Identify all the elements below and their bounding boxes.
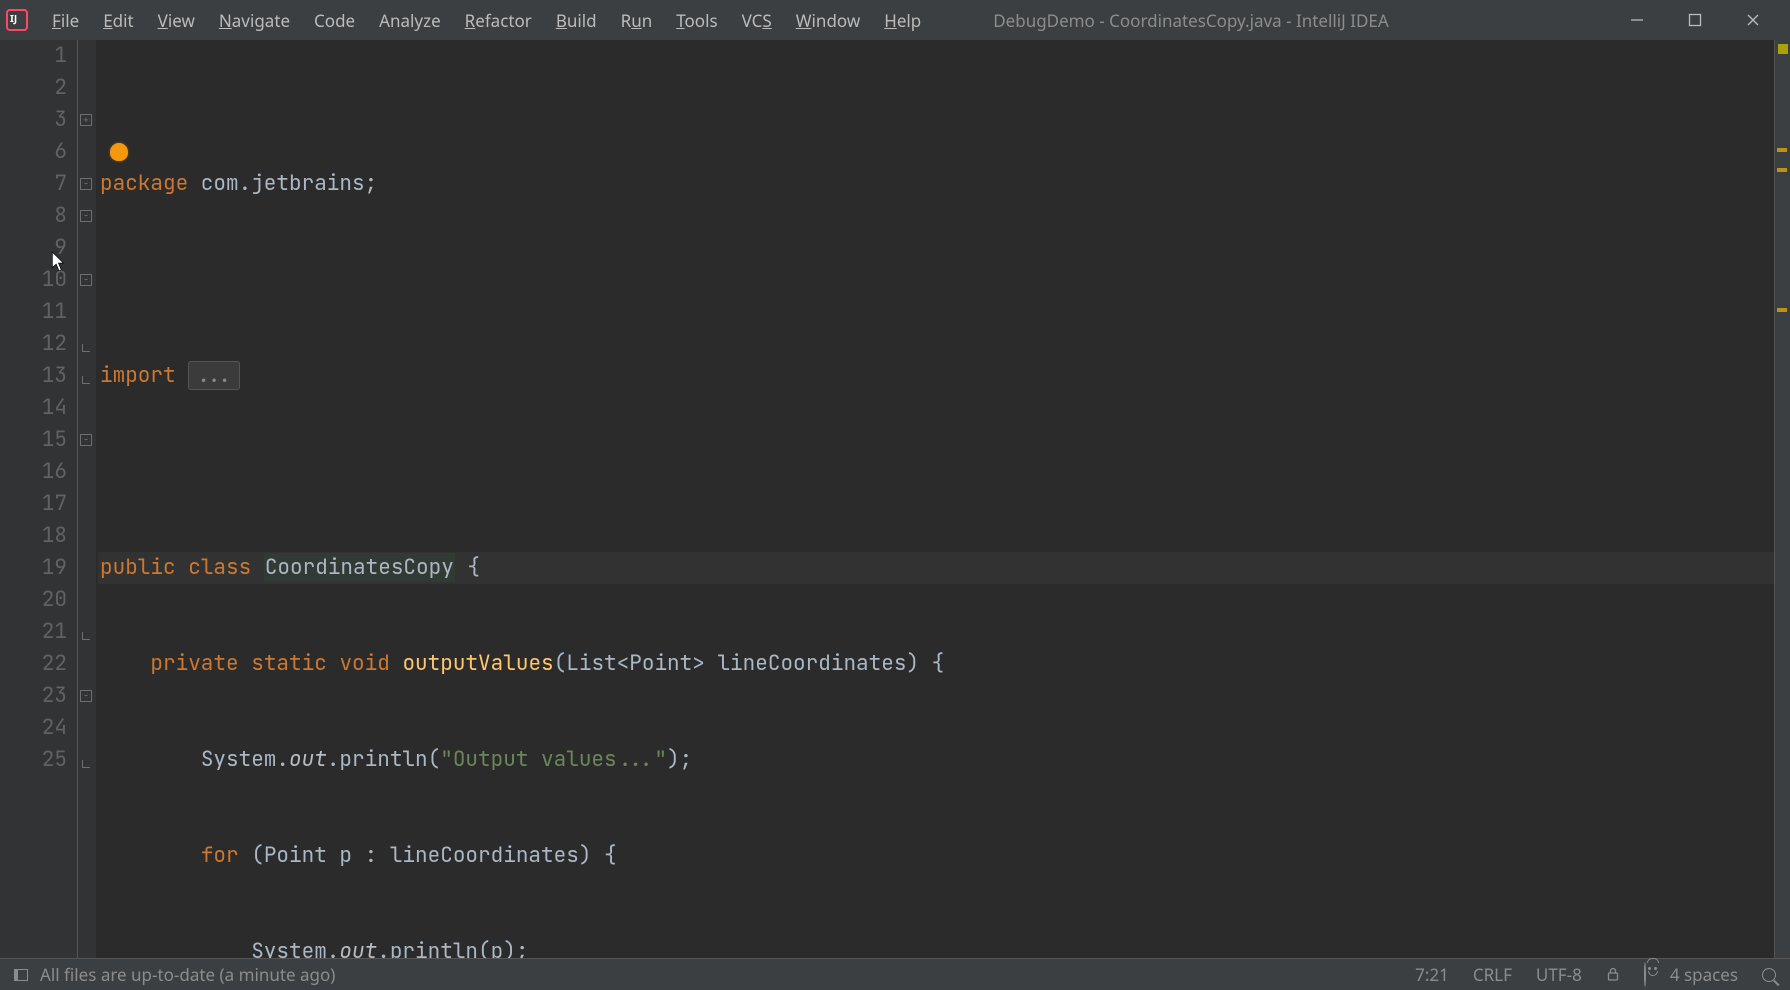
line-number[interactable]: 3 [0,104,67,136]
app-icon [6,9,28,31]
caret-position[interactable]: 7:21 [1415,963,1449,986]
code-area[interactable]: package com.jetbrains; import ... public… [96,40,1774,958]
line-number[interactable]: 16 [0,456,67,488]
line-number[interactable]: 7 [0,168,67,200]
title-bar: File Edit View Navigate Code Analyze Ref… [0,0,1790,40]
fold-toggle-icon[interactable] [80,114,92,126]
line-number[interactable]: 18 [0,520,67,552]
folded-imports[interactable]: ... [188,361,240,390]
menu-window[interactable]: Window [784,9,872,32]
code-line[interactable]: public class CoordinatesCopy { [98,552,1774,584]
line-number[interactable]: 23 @ [0,680,67,712]
menu-analyze[interactable]: Analyze [367,9,453,32]
menu-refactor[interactable]: Refactor [453,9,544,32]
fold-toggle-icon[interactable] [80,434,92,446]
line-number[interactable]: 19 [0,552,67,584]
analysis-status-icon[interactable] [1778,44,1788,54]
line-number[interactable]: 13 [0,360,67,392]
menu-help[interactable]: Help [872,9,933,32]
line-number[interactable]: 14 [0,392,67,424]
line-number[interactable]: 22 [0,648,67,680]
fold-close-icon[interactable] [82,344,90,352]
editor[interactable]: 1 2 3 6 7 8 @ 9 10 11 12 13 14 15 16 17 … [0,40,1790,958]
line-number[interactable]: 2 [0,72,67,104]
line-number[interactable]: 8 @ [0,200,67,232]
file-encoding[interactable]: UTF-8 [1536,963,1582,986]
search-icon[interactable] [1762,968,1776,982]
fold-toggle-icon[interactable] [80,274,92,286]
line-number[interactable]: 6 [0,136,67,168]
line-number[interactable]: 25 [0,744,67,776]
menu-code[interactable]: Code [302,9,367,32]
warning-marker[interactable] [1777,168,1787,172]
line-number[interactable]: 10 [0,264,67,296]
menu-run[interactable]: Run [609,9,665,32]
fold-toggle-icon[interactable] [80,178,92,190]
status-bar: All files are up-to-date (a minute ago) … [0,958,1790,990]
indent-setting[interactable]: 4 spaces [1670,963,1738,986]
code-line[interactable] [98,456,1774,488]
line-number[interactable]: 11 [0,296,67,328]
close-button[interactable] [1724,0,1782,40]
intention-bulb-icon[interactable] [110,143,128,161]
warning-marker[interactable] [1777,148,1787,152]
inspector-icon[interactable] [1644,963,1646,986]
maximize-button[interactable] [1666,0,1724,40]
menu-build[interactable]: Build [544,9,609,32]
readonly-lock-icon[interactable] [1606,963,1620,986]
fold-gutter[interactable] [78,40,96,958]
line-number[interactable]: 17 [0,488,67,520]
fold-close-icon[interactable] [82,632,90,640]
line-number[interactable]: 9 [0,232,67,264]
code-line[interactable]: System.out.println(p); [98,936,1774,958]
menu-file[interactable]: File [40,9,91,32]
minimize-button[interactable] [1608,0,1666,40]
fold-close-icon[interactable] [82,760,90,768]
line-number-gutter[interactable]: 1 2 3 6 7 8 @ 9 10 11 12 13 14 15 16 17 … [0,40,78,958]
code-line[interactable]: import ... [98,360,1774,392]
line-number[interactable]: 21 [0,616,67,648]
fold-toggle-icon[interactable] [80,690,92,702]
error-stripe[interactable] [1774,40,1790,958]
code-line[interactable]: System.out.println("Output values..."); [98,744,1774,776]
tool-window-toggle-icon[interactable] [14,969,28,981]
line-number[interactable]: 15 [0,424,67,456]
line-number[interactable]: 12 [0,328,67,360]
menu-view[interactable]: View [146,9,207,32]
line-number[interactable]: 24 [0,712,67,744]
code-line[interactable] [98,264,1774,296]
fold-toggle-icon[interactable] [80,210,92,222]
warning-marker[interactable] [1777,308,1787,312]
line-number[interactable]: 20 [0,584,67,616]
menu-vcs[interactable]: VCS [730,9,784,32]
line-number[interactable]: 1 [0,40,67,72]
code-line[interactable]: package com.jetbrains; [98,168,1774,200]
window-controls [1608,0,1782,40]
menu-edit[interactable]: Edit [91,9,145,32]
status-message: All files are up-to-date (a minute ago) [40,963,335,986]
code-line[interactable]: for (Point p : lineCoordinates) { [98,840,1774,872]
fold-close-icon[interactable] [82,376,90,384]
window-title: DebugDemo - CoordinatesCopy.java - Intel… [993,9,1608,32]
menu-navigate[interactable]: Navigate [207,9,302,32]
main-menu: File Edit View Navigate Code Analyze Ref… [40,9,933,32]
code-line[interactable]: private static void outputValues(List<Po… [98,648,1774,680]
menu-tools[interactable]: Tools [664,9,729,32]
line-separator[interactable]: CRLF [1473,963,1512,986]
